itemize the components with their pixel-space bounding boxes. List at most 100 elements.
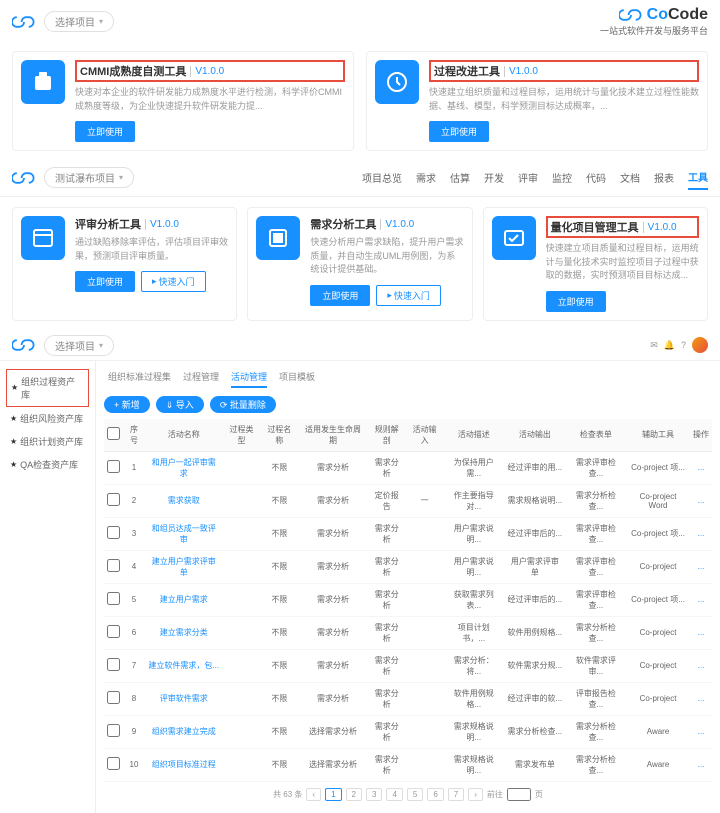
brand-logo-icon xyxy=(619,7,643,23)
row-checkbox[interactable] xyxy=(107,658,120,671)
cell: Co-project xyxy=(626,550,690,583)
sub-tab[interactable]: 项目模板 xyxy=(279,367,315,388)
row-checkbox[interactable] xyxy=(107,724,120,737)
column-header: 规则解剖 xyxy=(368,419,406,452)
toolbar-button[interactable]: ⟳ 批量删除 xyxy=(210,396,276,413)
cell: Co-project xyxy=(626,682,690,715)
activity-name-link[interactable]: 建立需求分类 xyxy=(145,616,223,649)
table-row: 9组织需求建立完成不限选择需求分析需求分析需求规格说明...需求分析检查...需… xyxy=(104,715,712,748)
nav-tab[interactable]: 工具 xyxy=(688,165,708,190)
select-all-checkbox[interactable] xyxy=(107,427,120,440)
use-button[interactable]: 立即使用 xyxy=(429,121,489,142)
cell xyxy=(223,748,261,781)
nav-tab[interactable]: 报表 xyxy=(654,166,674,189)
nav-tab[interactable]: 文档 xyxy=(620,166,640,189)
help-icon[interactable]: ? xyxy=(681,340,686,350)
sidebar: ★组织过程资产库★组织风险资产库★组织计划资产库★QA检查资产库 xyxy=(0,361,96,813)
row-checkbox[interactable] xyxy=(107,592,120,605)
sidebar-item[interactable]: ★组织计划资产库 xyxy=(6,430,89,453)
activity-name-link[interactable]: 和用户一起评审需求 xyxy=(145,451,223,484)
page-number[interactable]: 3 xyxy=(366,788,382,801)
chevron-down-icon: ▾ xyxy=(119,173,123,182)
row-checkbox[interactable] xyxy=(107,559,120,572)
quickstart-button[interactable]: ▸快速入门 xyxy=(141,271,206,292)
page-number[interactable]: 2 xyxy=(346,788,362,801)
activity-name-link[interactable]: 建立用户需求评审单 xyxy=(145,550,223,583)
activity-name-link[interactable]: 和组员达成一致评审 xyxy=(145,517,223,550)
cell: 1 xyxy=(123,451,145,484)
notification-icon[interactable]: ✉ xyxy=(650,340,658,351)
toolbar-button[interactable]: ⇓ 导入 xyxy=(156,396,204,413)
nav-tab[interactable]: 评审 xyxy=(518,166,538,189)
sidebar-item[interactable]: ★组织风险资产库 xyxy=(6,407,89,430)
table-row: 7建立软件需求，包...不限需求分析需求分析需求分析：将...软件需求分规...… xyxy=(104,649,712,682)
use-button[interactable]: 立即使用 xyxy=(310,285,370,306)
activity-name-link[interactable]: 需求获取 xyxy=(145,484,223,517)
table-row: 1和用户一起评审需求不限需求分析需求分析为保持用户需...经过评审的用...需求… xyxy=(104,451,712,484)
nav-tab[interactable]: 代码 xyxy=(586,166,606,189)
action-cell[interactable]: ... xyxy=(690,484,712,517)
project-dropdown[interactable]: 选择项目▾ xyxy=(44,11,114,32)
activity-name-link[interactable]: 评审软件需求 xyxy=(145,682,223,715)
next-page[interactable]: › xyxy=(468,788,483,801)
quickstart-button[interactable]: ▸快速入门 xyxy=(376,285,441,306)
row-checkbox[interactable] xyxy=(107,493,120,506)
avatar[interactable] xyxy=(692,337,708,353)
nav-tab[interactable]: 项目总览 xyxy=(362,166,402,189)
row-checkbox[interactable] xyxy=(107,625,120,638)
card-icon xyxy=(375,60,419,104)
row-checkbox[interactable] xyxy=(107,526,120,539)
use-button[interactable]: 立即使用 xyxy=(75,121,135,142)
use-button[interactable]: 立即使用 xyxy=(75,271,135,292)
action-cell[interactable]: ... xyxy=(690,550,712,583)
activity-name-link[interactable]: 组织需求建立完成 xyxy=(145,715,223,748)
column-header: 活动名称 xyxy=(145,419,223,452)
page-number[interactable]: 7 xyxy=(448,788,464,801)
sidebar-item[interactable]: ★组织过程资产库 xyxy=(6,369,89,407)
action-cell[interactable]: ... xyxy=(690,451,712,484)
action-cell[interactable]: ... xyxy=(690,616,712,649)
action-cell[interactable]: ... xyxy=(690,517,712,550)
activity-name-link[interactable]: 组织项目标准过程 xyxy=(145,748,223,781)
cell: Aware xyxy=(626,748,690,781)
project-dropdown-2[interactable]: 测试瀑布项目▾ xyxy=(44,167,134,188)
nav-tab[interactable]: 监控 xyxy=(552,166,572,189)
page-number[interactable]: 4 xyxy=(386,788,402,801)
row-checkbox[interactable] xyxy=(107,757,120,770)
jump-input[interactable] xyxy=(507,788,531,801)
bell-icon[interactable]: 🔔 xyxy=(664,340,675,351)
row-checkbox[interactable] xyxy=(107,691,120,704)
main-panel: 组织标准过程集过程管理活动管理项目模板 + 新增⇓ 导入⟳ 批量删除 序号活动名… xyxy=(96,361,720,813)
activity-name-link[interactable]: 建立软件需求，包... xyxy=(145,649,223,682)
use-button[interactable]: 立即使用 xyxy=(546,291,606,312)
sub-tab[interactable]: 活动管理 xyxy=(231,367,267,388)
project-dropdown-3[interactable]: 选择项目▾ xyxy=(44,335,114,356)
action-cell[interactable]: ... xyxy=(690,748,712,781)
row-checkbox[interactable] xyxy=(107,460,120,473)
cell: 经过评审后的... xyxy=(504,583,566,616)
sidebar-item[interactable]: ★QA检查资产库 xyxy=(6,453,89,476)
page-number[interactable]: 6 xyxy=(427,788,443,801)
activity-name-link[interactable]: 建立用户需求 xyxy=(145,583,223,616)
card-title: 需求分析工具V1.0.0 xyxy=(310,216,463,232)
nav-tab[interactable]: 需求 xyxy=(416,166,436,189)
card-icon xyxy=(492,216,536,260)
action-cell[interactable]: ... xyxy=(690,682,712,715)
pagination: 共 63 条‹1234567›前往页 xyxy=(104,782,712,807)
card-desc: 通过缺陷移除率评估，评估项目评审效果，预测项目评审质量。 xyxy=(75,236,228,263)
nav-tab[interactable]: 开发 xyxy=(484,166,504,189)
page-number[interactable]: 5 xyxy=(407,788,423,801)
sub-tab[interactable]: 过程管理 xyxy=(183,367,219,388)
action-cell[interactable]: ... xyxy=(690,715,712,748)
toolbar-button[interactable]: + 新增 xyxy=(104,396,150,413)
action-cell[interactable]: ... xyxy=(690,649,712,682)
cell: 不限 xyxy=(260,715,298,748)
sub-tab[interactable]: 组织标准过程集 xyxy=(108,367,171,388)
card-title: 评审分析工具V1.0.0 xyxy=(75,216,228,232)
cell: 需求分析 xyxy=(368,550,406,583)
nav-tab[interactable]: 估算 xyxy=(450,166,470,189)
prev-page[interactable]: ‹ xyxy=(306,788,321,801)
action-cell[interactable]: ... xyxy=(690,583,712,616)
version-label: V1.0.0 xyxy=(380,219,414,230)
page-number[interactable]: 1 xyxy=(325,788,341,801)
